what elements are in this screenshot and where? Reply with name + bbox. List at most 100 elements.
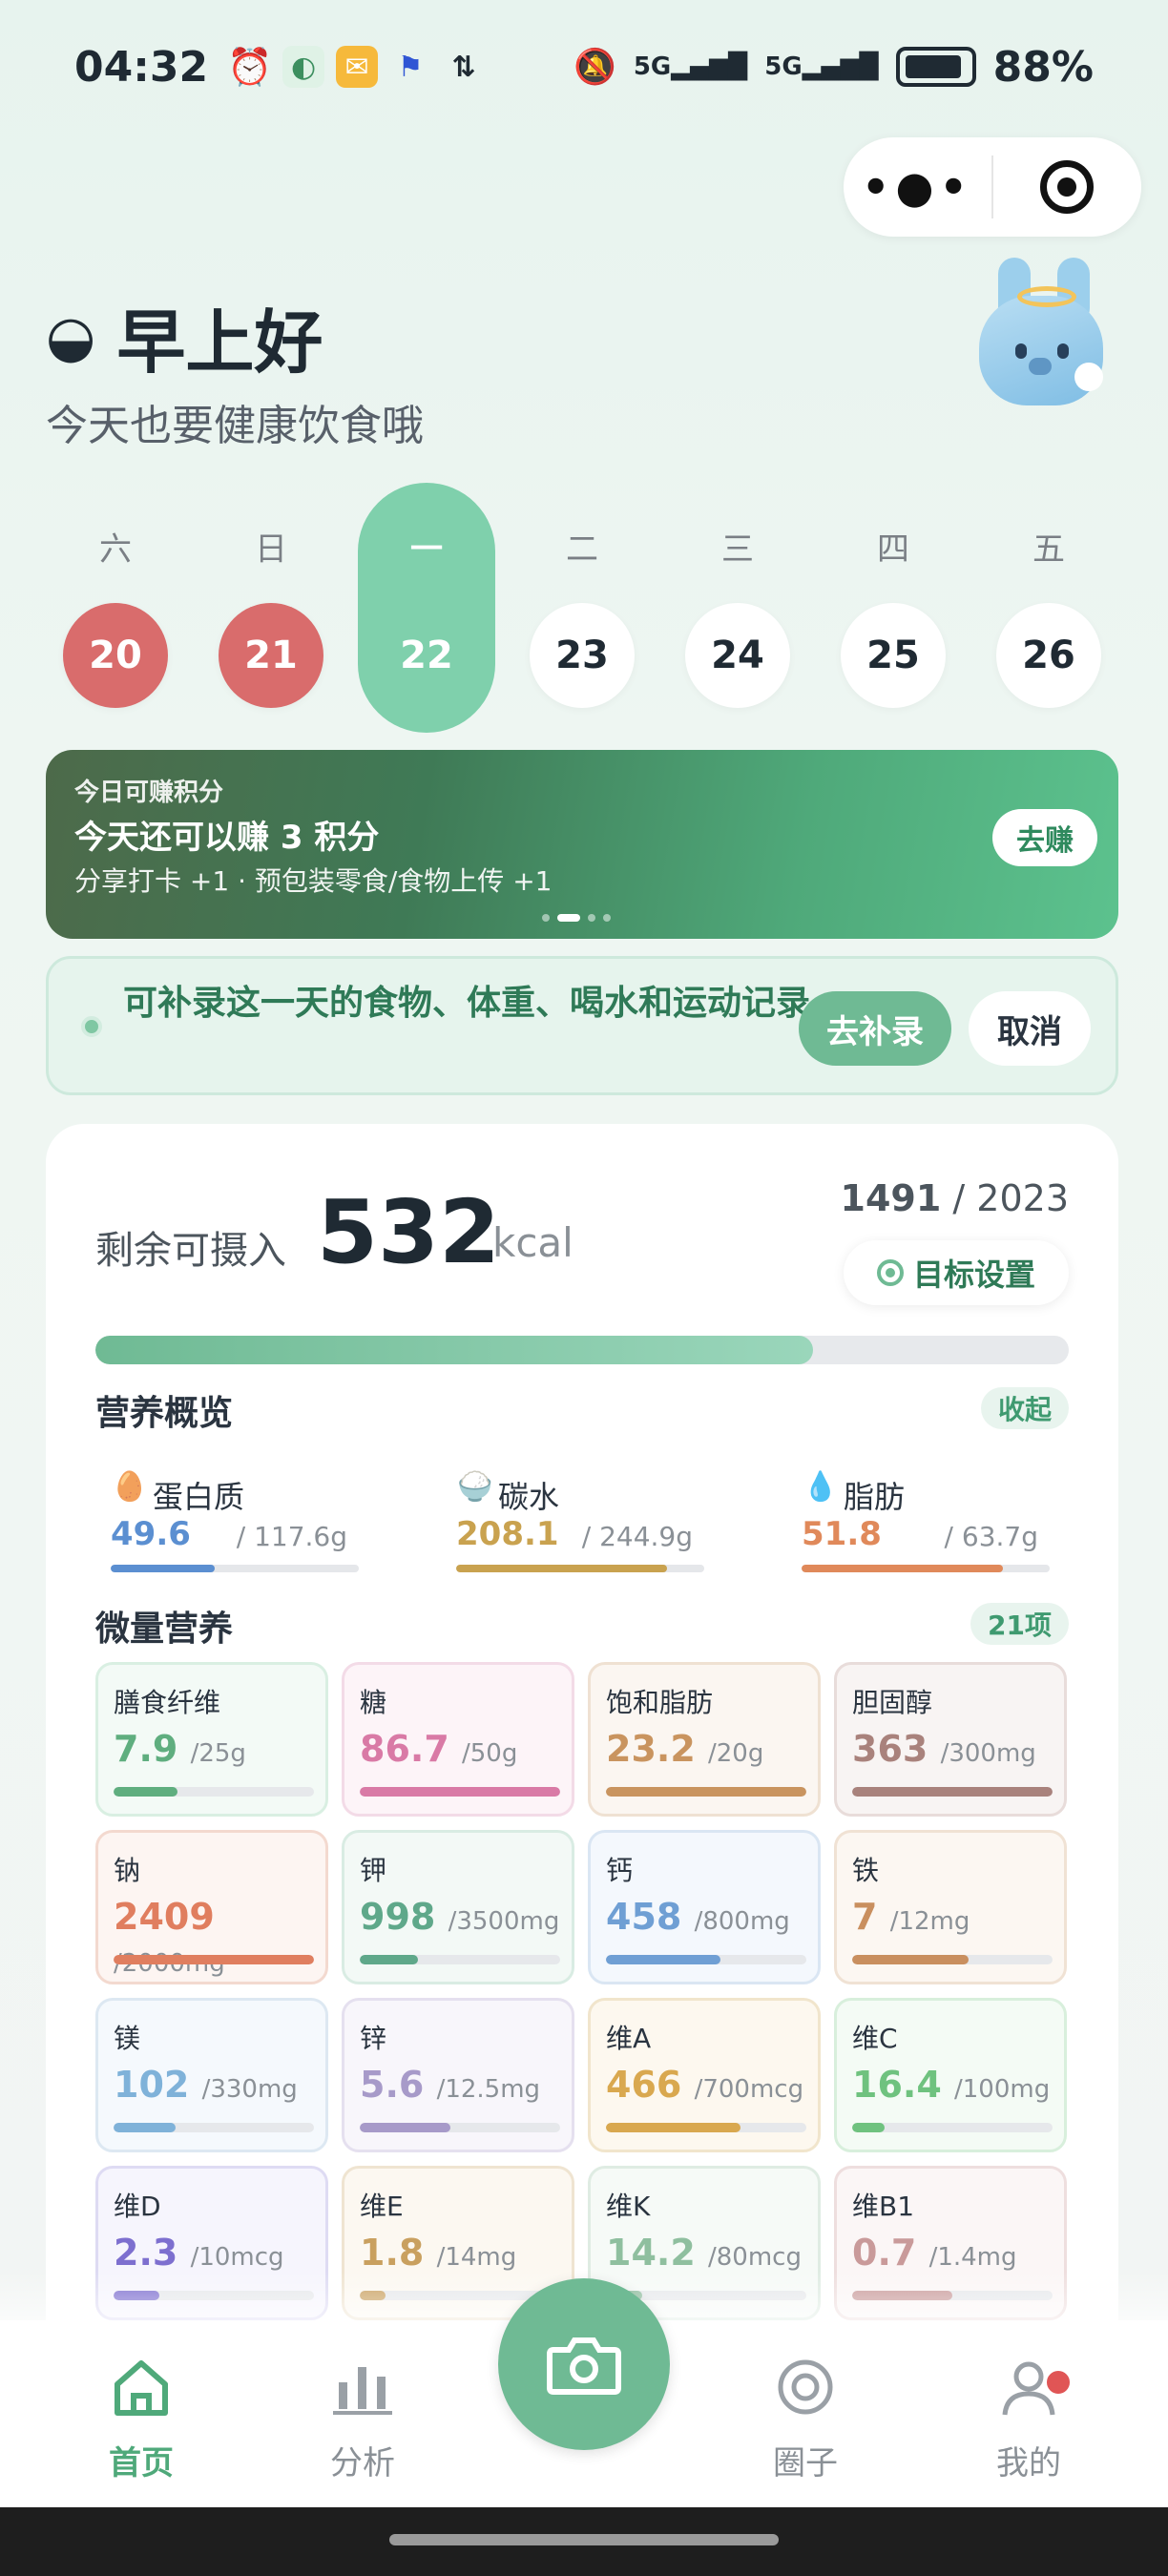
nutrient-value-row: 14.2 /80mcg (606, 2232, 802, 2274)
day-item[interactable]: 四 25 (824, 483, 962, 733)
nutrient-total: /12mg (889, 1907, 970, 1936)
carousel-dot (588, 914, 595, 922)
macro-progress-fill (456, 1565, 667, 1572)
nutrient-value-row: 16.4 /100mg (852, 2064, 1050, 2106)
day-item[interactable]: 一 22 (358, 483, 495, 733)
nutrient-name: 维C (852, 2023, 898, 2054)
weekday-label: 六 (99, 530, 132, 569)
close-miniapp-button[interactable] (993, 137, 1141, 237)
micronutrient-cell[interactable]: 锌 5.6 /12.5mg (342, 1998, 574, 2152)
nutrient-total: /800mg (694, 1907, 790, 1936)
date-number: 20 (63, 603, 168, 708)
nutrient-name: 镁 (114, 2023, 141, 2054)
nutrient-progress-bar (114, 2123, 314, 2132)
collapse-toggle[interactable]: 收起 (980, 1387, 1069, 1429)
backfill-button[interactable]: 去补录 (799, 991, 951, 1066)
calorie-progress-bar (95, 1336, 1069, 1364)
nutrient-progress-bar (852, 2123, 1053, 2132)
micronutrient-cell[interactable]: 膳食纤维 7.9 /25g (95, 1662, 328, 1817)
nutrient-value-row: 2409 /2000mg (114, 1896, 325, 1980)
day-item[interactable]: 六 20 (47, 483, 184, 733)
macro-total: / 244.9g (581, 1521, 693, 1552)
micronutrient-cell[interactable]: 镁 102 /330mg (95, 1998, 328, 2152)
home-indicator[interactable] (389, 2534, 779, 2545)
macro-total: / 117.6g (236, 1521, 347, 1552)
day-item[interactable]: 五 26 (980, 483, 1117, 733)
tab-user[interactable]: 我的 (952, 2349, 1105, 2492)
tab-home[interactable]: 首页 (65, 2349, 218, 2492)
micronutrient-cell[interactable]: 糖 86.7 /50g (342, 1662, 574, 1817)
tab-bar-chart[interactable]: 分析 (286, 2349, 439, 2492)
nutrient-total: /300mg (940, 1739, 1036, 1768)
micronutrient-cell[interactable]: 维A 466 /700mcg (588, 1998, 821, 2152)
nutrient-name: 钾 (360, 1855, 387, 1886)
home-icon (65, 2349, 218, 2425)
nutrient-value: 23.2 (606, 1728, 696, 1770)
goal-settings-button[interactable]: 目标设置 (844, 1240, 1069, 1305)
earn-points-button[interactable]: 去赚 (992, 809, 1097, 866)
micronutrient-count[interactable]: 21项 (970, 1603, 1069, 1645)
macro-value: 49.6 (111, 1515, 191, 1553)
camera-icon (547, 2337, 621, 2395)
nutrient-value: 102 (114, 2064, 190, 2106)
week-selector: 六 20 日 21 一 22 二 23 三 24 四 25 五 26 (46, 483, 1122, 733)
cancel-button[interactable]: 取消 (969, 991, 1091, 1066)
nutrient-total: /14mg (436, 2243, 517, 2272)
nutrient-value: 2409 (114, 1896, 215, 1938)
nutrient-value: 363 (852, 1728, 928, 1770)
macro-name: 蛋白质 (153, 1479, 245, 1515)
nutrient-progress-fill (852, 2123, 885, 2132)
nutrient-progress-fill (606, 1955, 720, 1964)
camera-button[interactable] (498, 2278, 670, 2450)
nutrient-progress-bar (606, 2123, 806, 2132)
nutrient-total: /700mcg (694, 2075, 804, 2104)
carousel-indicator (542, 914, 611, 922)
nutrient-total: /80mcg (708, 2243, 802, 2272)
micronutrient-cell[interactable]: 钾 998 /3500mg (342, 1830, 574, 1984)
micronutrient-cell[interactable]: 钙 458 /800mg (588, 1830, 821, 1984)
day-item[interactable]: 二 23 (513, 483, 651, 733)
day-item[interactable]: 日 21 (202, 483, 340, 733)
nutrient-name: 胆固醇 (852, 1687, 933, 1718)
alarm-icon: ⏰ (227, 45, 273, 88)
nutrient-name: 铁 (852, 1855, 880, 1886)
nutrient-value-row: 458 /800mg (606, 1896, 790, 1938)
nutrient-progress-fill (360, 2123, 450, 2132)
weekday-label: 四 (877, 530, 909, 569)
macro-progress-bar (456, 1565, 704, 1572)
nutrient-name: 维K (606, 2191, 651, 2222)
more-button[interactable]: •●• (844, 137, 991, 237)
micronutrient-cell[interactable]: 维C 16.4 /100mg (834, 1998, 1067, 2152)
nutrition-overview-title: 营养概览 (95, 1394, 234, 1433)
nutrient-value-row: 102 /330mg (114, 2064, 298, 2106)
mail-icon: ✉ (336, 46, 379, 88)
calorie-progress-fill (95, 1336, 813, 1364)
micronutrient-cell[interactable]: 饱和脂肪 23.2 /20g (588, 1662, 821, 1817)
notice-text: 可补录这一天的食物、体重、喝水和运动记录 (123, 984, 811, 1023)
date-number: 24 (685, 603, 790, 708)
nutrient-progress-bar (606, 1787, 806, 1797)
nutrient-progress-fill (852, 1955, 969, 1964)
oil-drop-icon: 💧 (803, 1469, 839, 1504)
mascot-paw (1074, 363, 1103, 391)
micronutrient-cell[interactable]: 铁 7 /12mg (834, 1830, 1067, 1984)
rabbit-mascot[interactable] (970, 258, 1113, 410)
nutrient-progress-bar (360, 1787, 560, 1797)
weekday-label: 三 (721, 530, 754, 569)
micronutrient-cell[interactable]: 胆固醇 363 /300mg (834, 1662, 1067, 1817)
tab-circle[interactable]: 圈子 (729, 2349, 882, 2492)
day-item[interactable]: 三 24 (669, 483, 806, 733)
nutrient-total: /12.5mg (436, 2075, 541, 2104)
micronutrient-cell[interactable]: 钠 2409 /2000mg (95, 1830, 328, 1984)
nutrient-name: 饱和脂肪 (606, 1687, 714, 1718)
points-banner[interactable]: 今日可赚积分 今天还可以赚 3 积分 分享打卡 +1 · 预包装零食/食物上传 … (46, 750, 1118, 939)
nutrient-value-row: 2.3 /10mcg (114, 2232, 284, 2274)
nutrient-total: /50g (462, 1739, 518, 1768)
banner-label: 今日可赚积分 (74, 779, 224, 807)
target-icon (1040, 160, 1095, 214)
backfill-notice: 可补录这一天的食物、体重、喝水和运动记录 去补录 取消 (46, 956, 1118, 1095)
target-calories: / 2023 (952, 1177, 1069, 1219)
nutrient-value: 458 (606, 1896, 682, 1938)
nutrient-value: 86.7 (360, 1728, 449, 1770)
nutrient-total: /3500mg (448, 1907, 560, 1936)
